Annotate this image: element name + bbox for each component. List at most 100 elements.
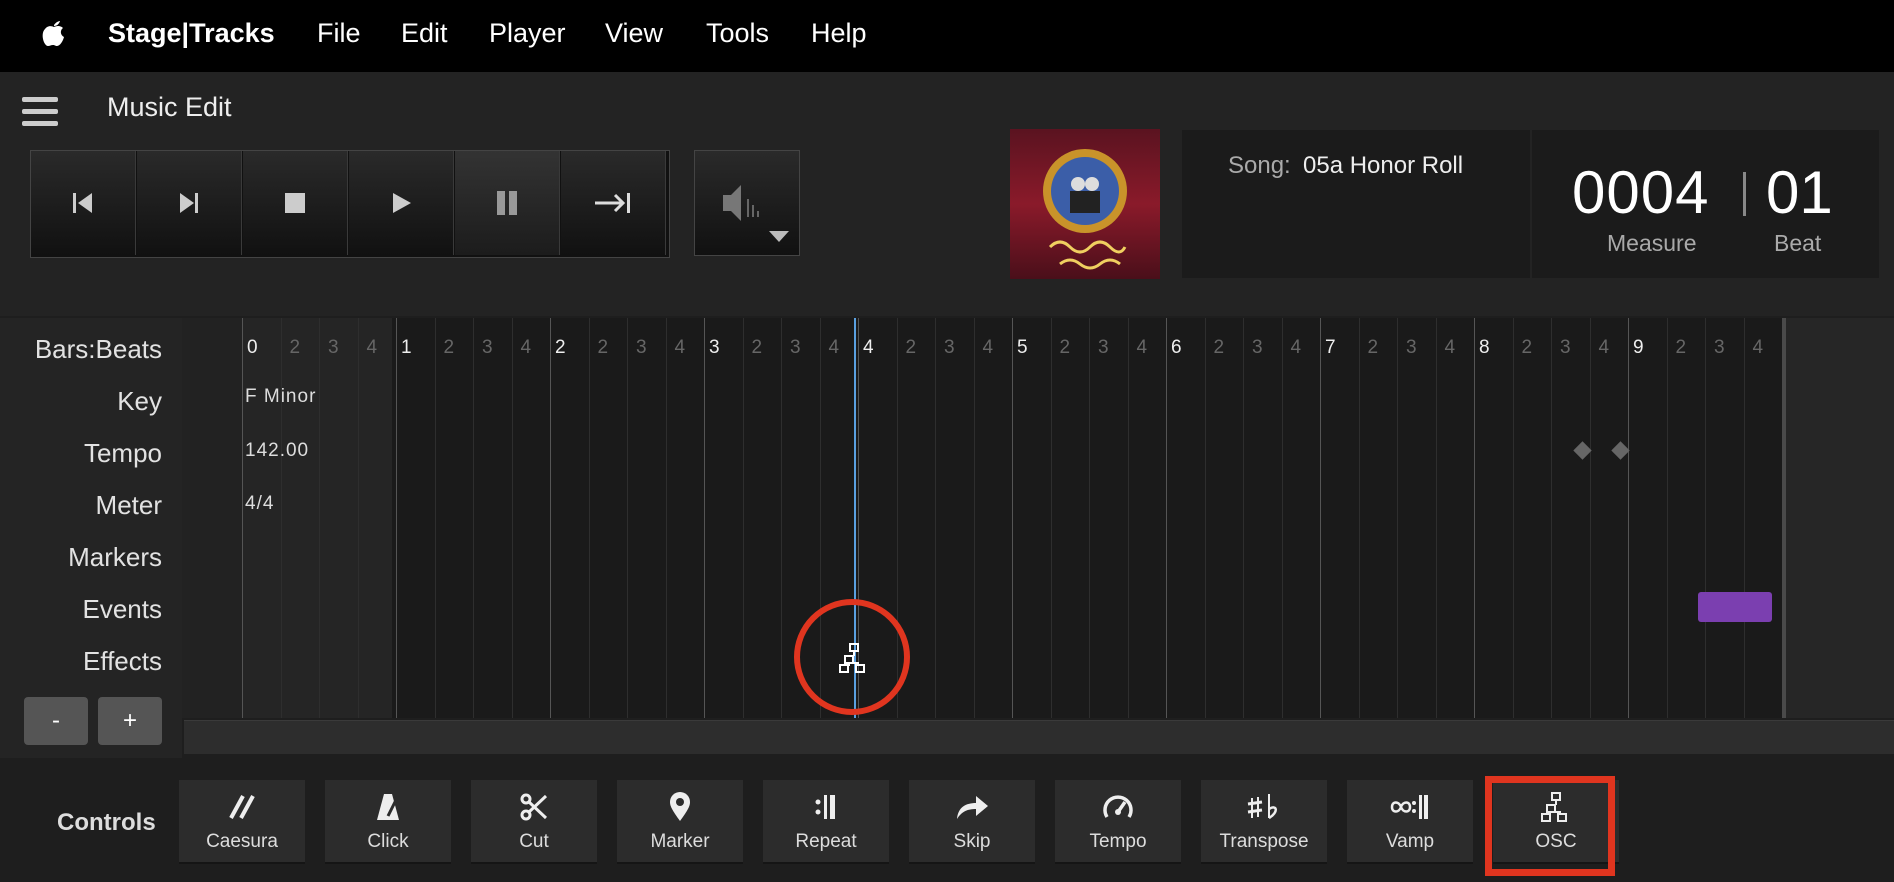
row-label-meter: Meter [95,490,162,520]
beat-line [1397,318,1398,718]
beat-number: 2 [443,337,455,358]
hamburger-menu-icon[interactable] [22,97,58,127]
menu-file[interactable]: File [317,18,361,49]
beat-line [665,318,667,718]
vamp-button[interactable]: Vamp [1347,780,1473,864]
beat-line [1281,318,1283,718]
caesura-icon [229,795,255,819]
skip-to-start-icon [73,193,92,213]
meter-value[interactable]: 4/4 [245,493,274,515]
bar-number: 8 [1479,337,1490,358]
beat-number: 3 [1252,337,1263,358]
bar-number: 1 [401,337,412,358]
beat-number: 3 [1560,337,1571,358]
page-title: Music Edit [107,92,232,122]
bar-number: 5 [1017,337,1028,358]
bar-number: 9 [1633,337,1644,358]
menu-help[interactable]: Help [811,18,867,49]
beat-number: 4 [520,337,532,358]
menu-view[interactable]: View [605,18,663,49]
beat-line [1127,318,1129,718]
click-button[interactable]: Click [325,780,451,864]
next-button[interactable] [137,151,242,255]
stop-button[interactable] [243,151,348,255]
beat-value: 01 [1766,159,1833,226]
beat-number: 4 [674,337,686,358]
beat-line [1243,318,1244,718]
bar-line [1628,318,1629,718]
speaker-icon [723,185,759,221]
menu-tools[interactable]: Tools [706,18,769,49]
osc-effect-icon[interactable] [839,643,869,673]
timeline-end-region [1782,318,1894,718]
zoom-in-button[interactable]: + [98,697,162,745]
bar-number: 7 [1325,337,1336,358]
tempo-value[interactable]: 142.00 [245,440,309,462]
beat-line [1089,318,1090,718]
app-name-menu[interactable]: Stage|Tracks [108,18,275,49]
song-name: 05a Honor Roll [1303,152,1464,179]
transpose-button[interactable]: Transpose [1201,780,1327,864]
position-counter: 0004 01 Measure Beat [1532,130,1879,278]
skip-button[interactable]: Skip [909,780,1035,864]
beat-line [473,318,474,718]
event-block[interactable] [1698,592,1772,622]
end-marker [1782,318,1786,718]
transport-controls [30,150,670,258]
beat-line [1204,318,1206,718]
beat-number: 2 [1059,337,1071,358]
beat-label: Beat [1774,230,1822,256]
volume-button[interactable] [694,150,800,256]
skip-to-start-button[interactable] [31,151,136,255]
pause-icon [497,191,517,215]
measure-label: Measure [1607,230,1697,256]
beat-line [1358,318,1360,718]
highlight-box [1485,776,1615,876]
cut-button[interactable]: Cut [471,780,597,864]
forward-arrow-icon [957,796,988,819]
bar-zero-region [242,318,392,718]
bar-number: 4 [863,337,874,358]
caesura-button[interactable]: Caesura [179,780,305,864]
play-button[interactable] [349,151,454,255]
vamp-label: Vamp [1385,831,1435,852]
beat-number: 3 [1098,337,1109,358]
menu-player[interactable]: Player [489,18,566,49]
tempo-point-marker[interactable] [1611,441,1630,460]
beat-line [1435,318,1437,718]
timeline[interactable]: 0 2 3 4 1 2 3 4 2 2 3 4 3 2 3 4 4 2 3 4 5 2 3 4 6 2 3 4 7 2 3 4 8 2 3 4 9 2 3 4… [182,318,1894,718]
dropdown-arrow-icon [769,231,789,242]
beat-number: 4 [1136,337,1148,358]
beat-line [357,318,359,718]
zoom-out-button[interactable]: - [24,697,88,745]
tempo-button[interactable]: Tempo [1055,780,1181,864]
row-label-effects: Effects [82,646,162,676]
vamp-icon [1390,795,1428,819]
bar-number: 6 [1171,337,1182,358]
timeline-scrollbar[interactable] [184,720,1894,754]
skip-label: Skip [953,831,991,852]
beat-number: 4 [1290,337,1302,358]
caesura-label: Caesura [206,831,278,852]
beat-number: 2 [1675,337,1687,358]
bar-number: 2 [555,337,566,358]
row-label-key: Key [117,386,162,416]
skip-to-end-button[interactable] [561,151,666,255]
repeat-label: Repeat [795,831,857,852]
next-icon [180,193,198,213]
beat-line [1050,318,1052,718]
beat-line [1666,318,1668,718]
menu-edit[interactable]: Edit [401,18,448,49]
beat-line [1512,318,1514,718]
repeat-button[interactable]: Repeat [763,780,889,864]
marker-button[interactable]: Marker [617,780,743,864]
song-panel: Song: 05a Honor Roll [1182,130,1530,278]
pause-button[interactable] [455,151,560,255]
album-art [1010,129,1160,279]
addams-family-artwork [1043,149,1127,270]
apple-icon[interactable] [40,16,68,50]
cut-label: Cut [519,831,549,852]
stop-icon [285,193,305,213]
repeat-sign-icon [815,795,835,819]
key-value[interactable]: F Minor [245,386,316,408]
